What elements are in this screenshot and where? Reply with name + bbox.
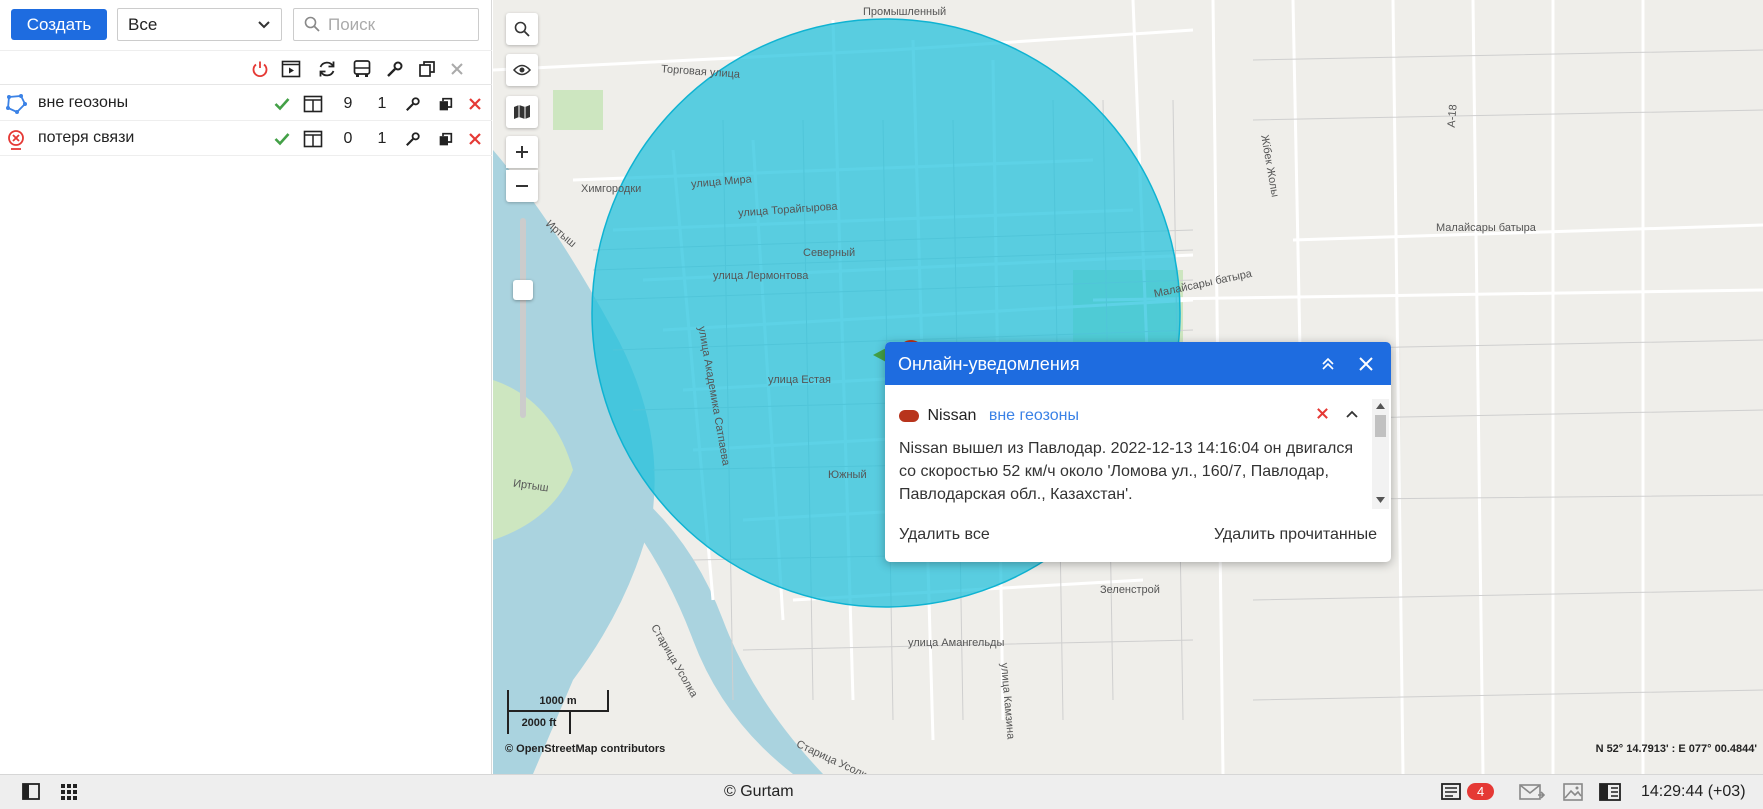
popup-footer: Удалить все Удалить прочитанные — [885, 510, 1391, 562]
popup-title: Онлайн-уведомления — [898, 354, 1080, 374]
wrench-icon[interactable] — [384, 58, 406, 80]
enabled-check-icon[interactable] — [272, 93, 292, 115]
count-units: 1 — [377, 130, 387, 147]
copy-icon[interactable] — [435, 93, 455, 115]
filter-select-value: Все — [128, 15, 158, 34]
list-toolbar — [0, 50, 492, 85]
map-label: Промышленный — [863, 6, 947, 18]
clock-time: 14:29:44 (+03) — [1641, 783, 1746, 800]
delete-all-button[interactable]: Удалить все — [899, 526, 990, 544]
cursor-coordinates: N 52° 14.7913' : E 077° 00.4844' — [1595, 743, 1757, 755]
map-icon — [514, 105, 530, 119]
copy-icon[interactable] — [416, 58, 438, 80]
image-icon[interactable] — [1563, 783, 1583, 806]
scroll-up-icon[interactable] — [1376, 402, 1385, 409]
map-label: Северный — [803, 247, 856, 259]
scrollbar-thumb[interactable] — [1375, 415, 1386, 437]
map-search-button[interactable] — [506, 13, 538, 45]
zoom-out-button[interactable] — [506, 170, 538, 202]
window-icon[interactable] — [303, 93, 323, 115]
popup-header: Онлайн-уведомления — [885, 342, 1391, 385]
zoom-in-button[interactable] — [506, 136, 538, 168]
notification-name: вне геозоны — [38, 94, 129, 111]
filter-select[interactable]: Все — [117, 8, 282, 41]
close-icon[interactable] — [446, 58, 468, 80]
panel-toggle-icon[interactable] — [22, 783, 40, 805]
map-label: улица Лермонтова — [713, 270, 809, 282]
power-icon[interactable] — [249, 58, 271, 80]
left-panel: Создать Все Поиск вне геозоны 9 1 потеря… — [0, 0, 492, 774]
scale-bar: 1000 m 2000 ft — [507, 690, 609, 734]
chevron-down-icon — [258, 21, 270, 29]
eye-icon — [513, 64, 531, 76]
layout-icon[interactable] — [1599, 783, 1621, 806]
zoom-slider-handle[interactable] — [513, 280, 533, 300]
popup-message-list[interactable]: Nissan вне геозоны Nissan вышел из Павло… — [885, 399, 1371, 509]
status-bar: © Gurtam 4 14:29:44 (+03) — [0, 774, 1763, 809]
geofence-icon — [5, 94, 27, 119]
car-icon — [899, 409, 919, 422]
search-icon — [514, 21, 530, 37]
delete-icon[interactable] — [465, 93, 485, 115]
create-button[interactable]: Создать — [11, 9, 107, 40]
bus-icon[interactable] — [351, 58, 373, 80]
search-input[interactable]: Поиск — [293, 8, 479, 41]
refresh-icon[interactable] — [316, 58, 338, 80]
notification-row[interactable]: вне геозоны 9 1 — [0, 86, 492, 121]
wrench-icon[interactable] — [403, 128, 423, 150]
apps-grid-icon[interactable] — [60, 783, 78, 806]
play-window-icon[interactable] — [280, 58, 302, 80]
delete-icon[interactable] — [465, 128, 485, 150]
online-notifications-popup: Онлайн-уведомления Nissan вне геозоны Ni… — [885, 342, 1391, 562]
map-label: улица Амангельды — [908, 637, 1005, 649]
event-name-link[interactable]: вне геозоны — [989, 407, 1079, 424]
map-label: улица Естая — [768, 374, 831, 386]
enabled-check-icon[interactable] — [272, 128, 292, 150]
map-label: Химгородки — [581, 183, 642, 195]
popup-scrollbar[interactable] — [1372, 399, 1389, 509]
plus-icon — [516, 146, 528, 158]
message-header: Nissan вне геозоны — [899, 407, 1079, 425]
collapse-up-icon[interactable] — [1318, 354, 1338, 374]
map-layers-button[interactable] — [506, 96, 538, 128]
minus-icon — [516, 185, 528, 187]
mail-icon[interactable] — [1519, 783, 1546, 806]
scale-metric: 1000 m — [507, 690, 609, 712]
top-toolbar: Создать Все Поиск — [0, 0, 492, 50]
notification-row[interactable]: потеря связи 0 1 — [0, 121, 492, 156]
chevron-up-icon[interactable] — [1345, 407, 1359, 426]
map-label: Малайсары батыра — [1436, 222, 1536, 234]
window-icon[interactable] — [303, 128, 323, 150]
notification-name: потеря связи — [38, 129, 135, 146]
zoom-slider-track[interactable] — [520, 218, 526, 418]
scale-imperial: 2000 ft — [507, 712, 571, 734]
message-text: Nissan вышел из Павлодар. 2022-12-13 14:… — [899, 440, 1354, 503]
copy-icon[interactable] — [435, 128, 455, 150]
scroll-down-icon[interactable] — [1376, 497, 1385, 504]
count-triggered: 0 — [343, 130, 353, 147]
map-attribution[interactable]: © OpenStreetMap contributors — [505, 743, 665, 755]
wrench-icon[interactable] — [403, 93, 423, 115]
notifications-count-badge[interactable]: 4 — [1467, 783, 1495, 800]
map-label: Южный — [828, 469, 867, 481]
delete-message-icon[interactable] — [1316, 407, 1329, 425]
search-placeholder: Поиск — [328, 15, 376, 34]
unit-name[interactable]: Nissan — [927, 407, 976, 424]
close-icon[interactable] — [1356, 354, 1376, 374]
search-icon — [304, 16, 320, 32]
notifications-icon[interactable] — [1441, 783, 1461, 805]
copyright-text: © Gurtam — [724, 783, 794, 800]
count-units: 1 — [377, 95, 387, 112]
connection-loss-icon — [5, 129, 27, 156]
delete-read-button[interactable]: Удалить прочитанные — [1214, 526, 1377, 544]
map-label: A-18 — [1445, 103, 1460, 129]
map-visibility-button[interactable] — [506, 54, 538, 86]
map-label: Зеленстрой — [1100, 584, 1160, 596]
count-triggered: 9 — [343, 95, 353, 112]
